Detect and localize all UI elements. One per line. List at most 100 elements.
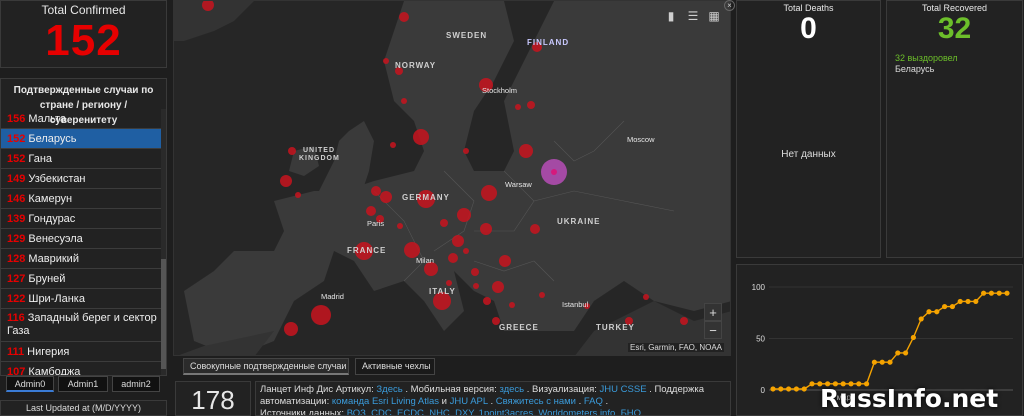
tab-admin0[interactable]: Admin0: [6, 376, 54, 392]
info-text: . Визуализация:: [524, 384, 600, 395]
recovered-entry: 32 выздоровел Беларусь: [895, 53, 1022, 75]
label-sweden: SWEDEN: [446, 31, 488, 40]
country-name: Мальта: [28, 113, 67, 125]
map-attribution: Esri, Garmin, FAO, NOAA: [627, 343, 724, 352]
label-turkey: TURKEY: [596, 323, 635, 332]
total-deaths-panel: Total Deaths 0 Нет данных: [736, 0, 881, 258]
country-name: Маврикий: [28, 253, 79, 265]
country-name: Камбоджа: [28, 366, 81, 376]
data-point: [957, 298, 963, 305]
source-worldometers-link[interactable]: Worldometers.info: [538, 408, 615, 415]
recovered-entry-num: 32: [895, 53, 906, 63]
data-point: [793, 386, 799, 392]
country-list-item[interactable]: 156 Мальта: [1, 109, 163, 129]
esri-link[interactable]: команда Esri Living Atlas: [332, 396, 439, 407]
country-list-item[interactable]: 146 Камерун: [1, 189, 163, 209]
country-name: Гондурас: [28, 213, 76, 225]
country-list-scrollbar[interactable]: [161, 109, 166, 375]
europe-map[interactable]: [174, 1, 731, 356]
y-tick-label: 50: [756, 335, 765, 344]
y-tick-label: 100: [752, 283, 766, 292]
list-icon[interactable]: ☰: [684, 7, 702, 25]
country-list-item[interactable]: 122 Шри-Ланка: [1, 289, 163, 309]
map-view[interactable]: SWEDEN FINLAND NORWAY UNITED KINGDOM GER…: [173, 0, 731, 356]
qr-code-icon[interactable]: ▦: [705, 7, 723, 25]
country-case-count: 122: [7, 293, 26, 305]
source-who-link[interactable]: ВОЗ: [347, 408, 366, 415]
label-italy: ITALY: [429, 287, 456, 296]
country-case-count: 128: [7, 253, 26, 265]
label-united-kingdom: UNITED KINGDOM: [299, 147, 340, 162]
country-list-item[interactable]: 116 Западный берег и сектор Газа: [1, 309, 163, 342]
country-list-item[interactable]: 128 Маврикий: [1, 249, 163, 269]
tab-admin1[interactable]: Admin1: [58, 376, 108, 392]
country-list-item[interactable]: 129 Венесуэла: [1, 229, 163, 249]
country-case-count: 107: [7, 366, 26, 376]
country-list-item[interactable]: 152 Беларусь: [1, 129, 163, 149]
source-bno-link[interactable]: БНО: [621, 408, 641, 415]
tab-cumulative-cases[interactable]: Совокупные подтвержденные случаи: [183, 358, 349, 375]
mobile-link[interactable]: здесь: [499, 384, 524, 395]
tab-active-cases[interactable]: Активные чехлы: [355, 358, 435, 375]
data-point: [965, 298, 971, 305]
label-ukraine: UKRAINE: [557, 217, 601, 226]
recovered-entry-country: Беларусь: [895, 64, 935, 74]
article-link[interactable]: Здесь: [376, 384, 402, 395]
country-name: Западный берег и сектор Газа: [7, 312, 157, 337]
country-list-item[interactable]: 127 Бруней: [1, 269, 163, 289]
source-ecdc-link[interactable]: ECDC: [397, 408, 424, 415]
info-text: Ланцет Инф Дис Артикул:: [260, 384, 377, 395]
faq-link[interactable]: FAQ: [584, 396, 603, 407]
country-case-count: 152: [7, 133, 26, 145]
city-moscow: Moscow: [627, 135, 655, 144]
series-line: [773, 292, 1007, 390]
city-paris: Paris: [367, 219, 385, 228]
city-stockholm: Stockholm: [482, 86, 518, 95]
total-recovered-panel: Total Recovered 32 32 выздоровел Беларусь: [886, 0, 1023, 258]
info-text: . Мобильная версия:: [402, 384, 500, 395]
info-text: .: [487, 396, 496, 407]
data-point: [786, 386, 792, 392]
source-1point3acres-link[interactable]: 1point3acres: [479, 408, 533, 415]
no-data-text: Нет данных: [781, 149, 836, 160]
data-point: [871, 359, 877, 365]
source-nhc-link[interactable]: NHC: [429, 408, 450, 415]
country-case-count: 127: [7, 273, 26, 285]
label-france: FRANCE: [347, 246, 387, 255]
info-text: .: [602, 396, 609, 407]
country-case-count: 116: [7, 312, 25, 324]
source-dxy-link[interactable]: DXY: [455, 408, 473, 415]
tab-admin2[interactable]: admin2: [112, 376, 160, 392]
source-cdc-link[interactable]: CDC: [371, 408, 392, 415]
jhu-apl-link[interactable]: JHU APL: [450, 396, 488, 407]
close-icon[interactable]: ×: [724, 0, 735, 11]
contact-link[interactable]: Свяжитесь с нами: [496, 396, 576, 407]
country-list-item[interactable]: 149 Узбекистан: [1, 169, 163, 189]
zoom-out-button[interactable]: −: [704, 321, 722, 339]
country-name: Нигерия: [27, 346, 70, 358]
data-point: [949, 303, 955, 310]
data-point: [887, 359, 893, 365]
label-greece: GREECE: [499, 323, 539, 332]
total-confirmed-value: 152: [45, 16, 122, 65]
bookmark-icon[interactable]: ▮: [662, 7, 680, 25]
info-text: .: [575, 396, 584, 407]
country-list-item[interactable]: 111 Нигерия: [1, 342, 163, 362]
country-name: Шри-Ланка: [28, 293, 85, 305]
zoom-in-button[interactable]: +: [704, 303, 722, 321]
data-point: [801, 386, 807, 392]
scroll-thumb[interactable]: [161, 259, 166, 369]
city-warsaw: Warsaw: [505, 180, 532, 189]
y-tick-label: 0: [761, 386, 766, 395]
country-list-item[interactable]: 152 Гана: [1, 149, 163, 169]
data-point: [996, 290, 1002, 296]
country-name: Бруней: [28, 273, 66, 285]
info-box: Ланцет Инф Дис Артикул: Здесь . Мобильна…: [255, 381, 731, 416]
data-point: [918, 316, 924, 322]
jhu-csse-link[interactable]: JHU CSSE: [600, 384, 647, 395]
country-list-item[interactable]: 139 Гондурас: [1, 209, 163, 229]
last-updated: Last Updated at (M/D/YYYY): [0, 400, 167, 416]
info-text: Источники данных:: [260, 408, 347, 416]
country-list-item[interactable]: 107 Камбоджа: [1, 362, 163, 376]
country-name: Камерун: [28, 193, 73, 205]
